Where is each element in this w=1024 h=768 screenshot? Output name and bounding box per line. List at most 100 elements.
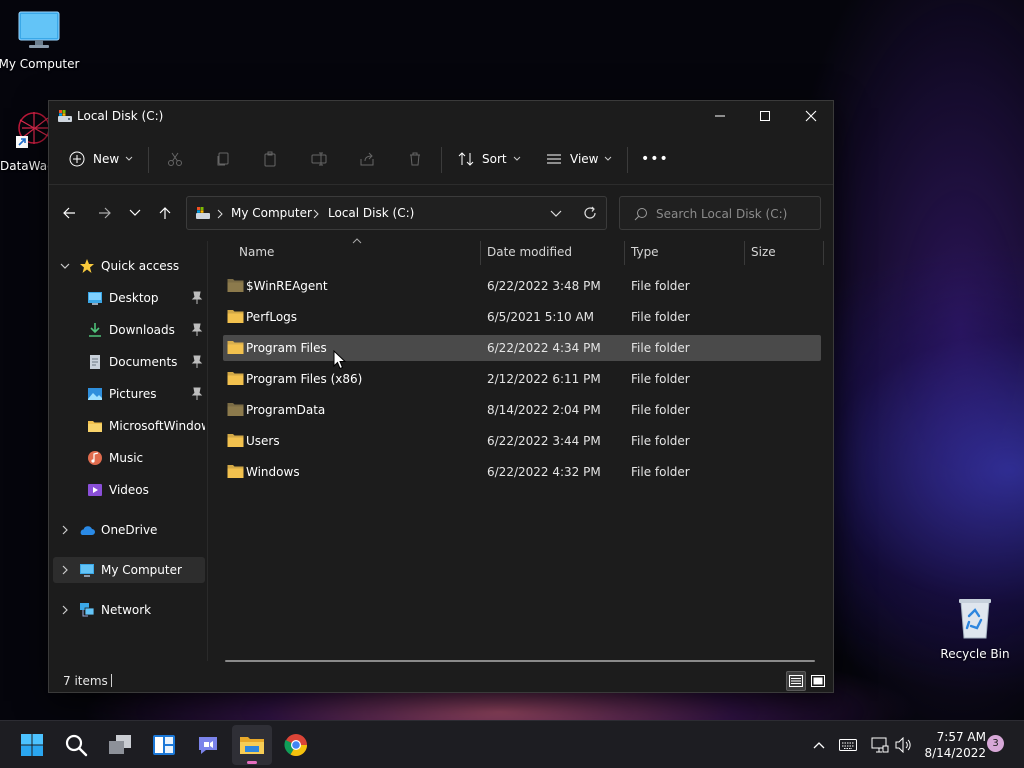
file-type: File folder [631,341,690,355]
copy-button[interactable] [215,139,231,179]
address-history-chevron-icon[interactable] [550,210,562,218]
nav-item-pictures[interactable]: Pictures [53,381,205,407]
forward-button[interactable] [91,196,119,230]
search-input[interactable] [656,205,816,223]
paste-button[interactable] [262,139,278,179]
column-separator[interactable] [823,241,824,265]
nav-item-videos[interactable]: Videos [53,477,205,503]
breadcrumb-my-computer[interactable]: My Computer [231,206,312,220]
chrome-taskbar-button[interactable] [276,725,316,765]
start-button[interactable] [12,725,52,765]
column-header-type[interactable]: Type [631,245,659,259]
nav-label: MicrosoftWindows [109,419,205,433]
file-row[interactable]: Users 6/22/2022 3:44 PM File folder [223,428,821,454]
pane-splitter[interactable] [207,241,208,661]
chevron-up-icon [813,742,825,749]
delete-button[interactable] [407,139,423,179]
close-button[interactable] [788,101,834,131]
up-button[interactable] [151,196,179,230]
back-button[interactable] [55,196,83,230]
show-hidden-icons-button[interactable] [808,721,830,768]
file-row[interactable]: Program Files 6/22/2022 4:34 PM File folde… [223,335,821,361]
nav-label: My Computer [101,563,182,577]
new-label: New [93,152,120,166]
arrow-left-icon [63,207,75,219]
input-indicator-button[interactable] [836,721,860,768]
nav-quick-access[interactable]: Quick access [53,253,205,279]
details-view-button[interactable] [786,671,806,691]
folder-icon [227,372,244,385]
column-separator[interactable] [624,241,625,265]
file-row[interactable]: Program Files (x86) 2/12/2022 6:11 PM File… [223,366,821,392]
task-view-button[interactable] [100,725,140,765]
sort-ascending-icon [352,238,362,244]
volume-button[interactable] [893,721,915,768]
nav-item-desktop[interactable]: Desktop [53,285,205,311]
nav-item-downloads[interactable]: Downloads [53,317,205,343]
nav-my-computer[interactable]: My Computer [53,557,205,583]
file-row[interactable]: ProgramData 8/14/2022 2:04 PM File folder [223,397,821,423]
search-taskbar-button[interactable] [56,725,96,765]
file-row[interactable]: $WinREAgent 6/22/2022 3:48 PM File folder [223,273,821,299]
column-separator[interactable] [480,241,481,265]
chat-button[interactable] [188,725,228,765]
desktop-icon-my-computer[interactable]: My Computer [0,10,82,71]
nav-item-microsoftwindows[interactable]: MicrosoftWindows [53,413,205,439]
column-header-size[interactable]: Size [751,245,776,259]
minimize-button[interactable] [697,101,743,131]
nav-item-music[interactable]: Music [53,445,205,471]
breadcrumb-local-disk[interactable]: Local Disk (C:) [328,206,414,220]
desktop-icon-datawag[interactable]: DataWag [0,108,52,173]
title-bar[interactable]: Local Disk (C:) [49,101,833,131]
network-status-button[interactable] [868,721,892,768]
view-list-icon [547,154,561,164]
column-header-date[interactable]: Date modified [487,245,572,259]
more-options-button[interactable]: ••• [641,139,669,179]
cut-button[interactable] [167,139,183,179]
file-date-modified: 8/14/2022 2:04 PM [487,403,601,417]
new-button[interactable]: New [69,139,133,179]
rename-button[interactable] [311,139,327,179]
datawag-app-icon [16,112,50,148]
refresh-icon[interactable] [583,206,597,220]
minimize-icon [715,115,725,117]
status-separator [111,674,112,687]
nav-label: Downloads [109,323,175,337]
nav-label: Quick access [101,259,180,273]
column-separator[interactable] [744,241,745,265]
sort-button[interactable]: Sort [458,139,521,179]
file-explorer-window: Local Disk (C:) New Sort View ••• My Com… [48,100,834,693]
nav-label: Documents [109,355,178,369]
taskbar: 7:57 AM 8/14/2022 [0,720,1024,768]
column-header-name[interactable]: Name [239,245,274,259]
share-button[interactable] [359,139,375,179]
tiles-view-button[interactable] [808,671,828,691]
clock[interactable]: 7:57 AM 8/14/2022 [916,729,986,761]
desktop-icon-recycle-bin[interactable]: Recycle Bin [932,596,1018,661]
view-button[interactable]: View [546,139,612,179]
recent-locations-button[interactable] [121,196,149,230]
file-row[interactable]: PerfLogs 6/5/2021 5:10 AM File folder [223,304,821,330]
chevron-down-icon [125,156,133,161]
desktop-icon-label: My Computer [0,57,80,71]
widgets-button[interactable] [144,725,184,765]
file-type: File folder [631,279,690,293]
nav-network[interactable]: Network [53,597,205,623]
search-box[interactable] [619,196,821,230]
file-row[interactable]: Windows 6/22/2022 4:32 PM File folder [223,459,821,485]
maximize-button[interactable] [742,101,788,131]
file-explorer-taskbar-button[interactable] [232,725,272,765]
address-bar[interactable]: My Computer Local Disk (C:) [186,196,607,230]
chevron-down-icon [129,209,141,216]
horizontal-scrollbar[interactable] [225,660,815,662]
pin-icon [191,387,203,400]
nav-onedrive[interactable]: OneDrive [53,517,205,543]
desktop-icon-label: DataWag [0,159,52,173]
notification-badge[interactable]: 3 [987,735,1004,752]
keyboard-icon [839,739,857,751]
nav-item-documents[interactable]: Documents [53,349,205,375]
widgets-icon [153,735,175,755]
file-name: Program Files (x86) [246,372,363,386]
breadcrumb-chevron-icon [313,209,319,219]
folder-icon [227,434,244,447]
